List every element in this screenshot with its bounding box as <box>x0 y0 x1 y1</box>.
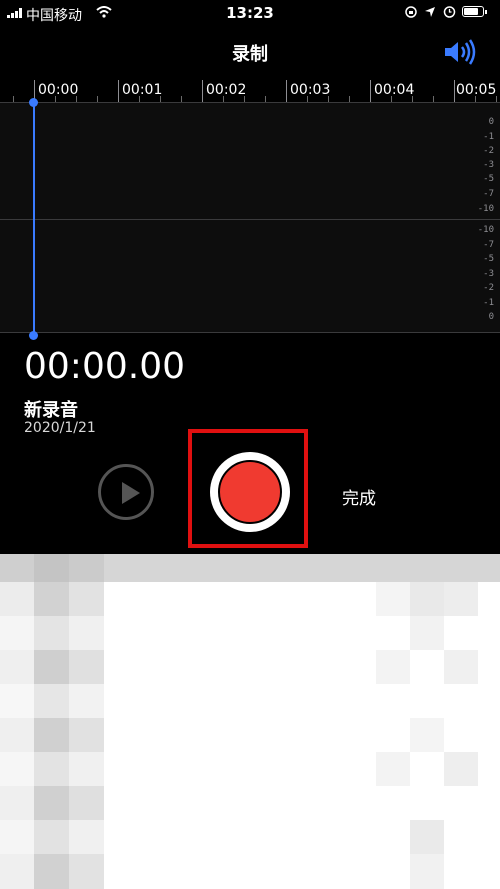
ruler-label: 00:01 <box>122 82 163 98</box>
battery-icon <box>462 6 488 18</box>
waveform-area[interactable]: 0 -1 -2 -3 -5 -7 -10 -10 -7 -5 -3 -2 -1 … <box>0 103 500 333</box>
record-icon <box>218 460 282 524</box>
elapsed-time: 00:00.00 <box>24 346 185 387</box>
play-button[interactable] <box>98 464 154 520</box>
status-bar: 中国移动 13:23 <box>0 0 500 26</box>
db-label: -5 <box>483 174 494 184</box>
record-button[interactable] <box>210 452 290 532</box>
done-button[interactable]: 完成 <box>342 484 376 509</box>
waveform-center-line <box>0 219 500 220</box>
db-label: -10 <box>477 204 494 214</box>
db-label: -1 <box>483 298 494 308</box>
recording-name[interactable]: 新录音 <box>24 396 78 422</box>
pixelated-area <box>0 554 500 889</box>
playhead[interactable] <box>33 103 35 335</box>
db-label: 0 <box>488 312 494 322</box>
db-label: -7 <box>483 240 494 250</box>
orientation-lock-icon <box>405 6 417 18</box>
ruler-label: 00:04 <box>374 82 415 98</box>
db-label: -2 <box>483 283 494 293</box>
db-label: -10 <box>477 225 494 235</box>
db-label: -3 <box>483 269 494 279</box>
recording-date: 2020/1/21 <box>24 420 96 436</box>
ruler-label: 00:02 <box>206 82 247 98</box>
db-label: -7 <box>483 189 494 199</box>
playhead-bottom-handle[interactable] <box>29 331 38 340</box>
db-label: -1 <box>483 132 494 142</box>
page-title: 录制 <box>232 44 268 65</box>
db-label: -2 <box>483 146 494 156</box>
play-icon <box>122 482 140 504</box>
alarm-icon <box>443 6 456 18</box>
db-label: -3 <box>483 160 494 170</box>
ruler-label: 00:05 <box>456 82 497 98</box>
playhead-top-handle[interactable] <box>29 98 38 107</box>
ruler-label: 00:00 <box>38 82 79 98</box>
db-label: -5 <box>483 254 494 264</box>
speaker-volume-icon[interactable] <box>443 39 477 65</box>
location-icon <box>425 7 435 17</box>
waveform-bottom-line <box>0 332 500 333</box>
ruler-label: 00:03 <box>290 82 331 98</box>
db-label: 0 <box>488 117 494 127</box>
